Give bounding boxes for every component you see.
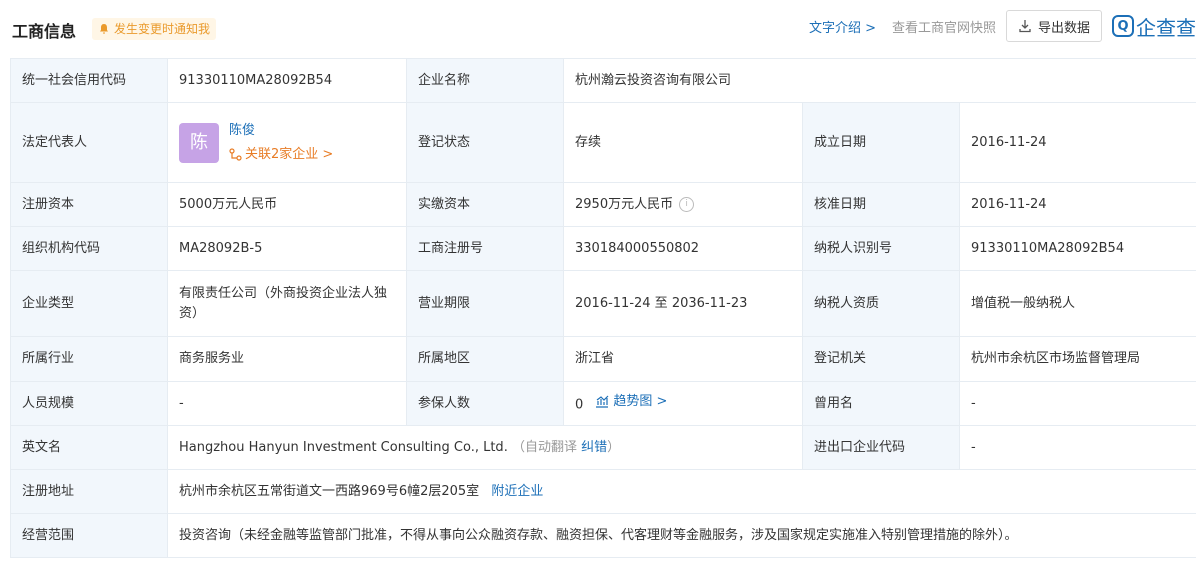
taxpayer-id-label: 纳税人识别号 — [802, 226, 960, 271]
relation-icon — [229, 148, 242, 161]
bell-icon — [100, 24, 108, 34]
address-value: 杭州市余杭区五常街道文一西路969号6幢2层205室 — [179, 483, 480, 499]
biz-reg-no-label: 工商注册号 — [406, 226, 564, 271]
table-row: 经营范围 投资咨询（未经金融等监管部门批准，不得从事向公众融资存款、融资担保、代… — [10, 513, 1196, 558]
english-name-value: Hangzhou Hanyun Investment Consulting Co… — [179, 439, 508, 455]
table-row: 统一社会信用代码 91330110MA28092B54 企业名称 杭州瀚云投资咨… — [10, 58, 1196, 103]
company-type-value: 有限责任公司（外商投资企业法人独资） — [167, 270, 407, 337]
former-name-label: 曾用名 — [802, 381, 960, 426]
approve-date-value: 2016-11-24 — [959, 182, 1196, 227]
legal-rep-cell: 陈 陈俊 关联2家企业 > — [167, 102, 407, 183]
table-row: 注册资本 5000万元人民币 实缴资本 2950万元人民币 i 核准日期 2016… — [10, 182, 1196, 227]
company-name-label: 企业名称 — [406, 58, 564, 103]
biz-term-value: 2016-11-24 至 2036-11-23 — [563, 270, 803, 337]
industry-label: 所属行业 — [10, 336, 168, 382]
logo-mark-icon: Q — [1112, 15, 1134, 37]
address-label: 注册地址 — [10, 469, 168, 514]
taxpayer-qual-label: 纳税人资质 — [802, 270, 960, 337]
paid-capital-cell: 2950万元人民币 i — [563, 182, 803, 227]
related-companies-link[interactable]: 关联2家企业 > — [229, 145, 333, 165]
header-actions: 文字介绍 > 查看工商官网快照 导出数据 Q 企查查 — [809, 9, 1196, 43]
text-intro-link[interactable]: 文字介绍 > — [809, 17, 876, 36]
table-row: 企业类型 有限责任公司（外商投资企业法人独资） 营业期限 2016-11-24 … — [10, 270, 1196, 337]
org-code-value: MA28092B-5 — [167, 226, 407, 271]
industry-value: 商务服务业 — [167, 336, 407, 382]
taxpayer-id-value: 91330110MA28092B54 — [959, 226, 1196, 271]
info-icon[interactable]: i — [679, 196, 695, 212]
region-label: 所属地区 — [406, 336, 564, 382]
insured-label: 参保人数 — [406, 381, 564, 426]
business-info-table: 统一社会信用代码 91330110MA28092B54 企业名称 杭州瀚云投资咨… — [10, 58, 1196, 558]
close-paren: ） — [607, 439, 621, 455]
paid-capital-value: 2950万元人民币 — [575, 196, 674, 212]
section-header: 工商信息 发生变更时通知我 文字介绍 > 查看工商官网快照 导出数据 Q 企查查 — [0, 0, 1196, 58]
trend-chart-icon — [596, 395, 609, 408]
est-date-value: 2016-11-24 — [959, 102, 1196, 183]
avatar[interactable]: 陈 — [179, 122, 219, 163]
former-name-value: - — [959, 381, 1196, 426]
company-name-value: 杭州瀚云投资咨询有限公司 — [563, 58, 1196, 103]
english-name-label: 英文名 — [10, 425, 168, 470]
official-snapshot-link[interactable]: 查看工商官网快照 — [892, 17, 996, 36]
table-row: 注册地址 杭州市余杭区五常街道文一西路969号6幢2层205室 附近企业 — [10, 469, 1196, 514]
reg-authority-value: 杭州市余杭区市场监督管理局 — [959, 336, 1196, 382]
credit-code-value: 91330110MA28092B54 — [167, 58, 407, 103]
address-cell: 杭州市余杭区五常街道文一西路969号6幢2层205室 附近企业 — [167, 469, 1196, 514]
biz-reg-no-value: 330184000550802 — [563, 226, 803, 271]
import-export-label: 进出口企业代码 — [802, 425, 960, 470]
section-title: 工商信息 — [12, 22, 77, 41]
insured-cell: 0 趋势图 > — [563, 381, 803, 426]
staff-size-value: - — [167, 381, 407, 426]
qcc-logo: Q 企查查 — [1112, 12, 1196, 41]
region-value: 浙江省 — [563, 336, 803, 382]
credit-code-label: 统一社会信用代码 — [10, 58, 168, 103]
auto-translate-note: （自动翻译 — [511, 439, 577, 455]
export-data-button[interactable]: 导出数据 — [1005, 10, 1102, 42]
org-code-label: 组织机构代码 — [10, 226, 168, 271]
scope-value: 投资咨询（未经金融等监管部门批准，不得从事向公众融资存款、融资担保、代客理财等金… — [167, 513, 1196, 558]
company-type-label: 企业类型 — [10, 270, 168, 337]
table-row: 法定代表人 陈 陈俊 关联2家企业 > 登记状态 存续 成立日期 2016-11… — [10, 102, 1196, 183]
correct-link[interactable]: 纠错 — [581, 440, 607, 455]
legal-rep-name-link[interactable]: 陈俊 — [229, 121, 333, 141]
download-icon — [1019, 20, 1031, 33]
scope-label: 经营范围 — [10, 513, 168, 558]
reg-authority-label: 登记机关 — [802, 336, 960, 382]
related-companies-label: 关联2家企业 > — [245, 146, 334, 162]
table-row: 所属行业 商务服务业 所属地区 浙江省 登记机关 杭州市余杭区市场监督管理局 — [10, 336, 1196, 382]
reg-status-value: 存续 — [563, 102, 803, 183]
table-row: 英文名 Hangzhou Hanyun Investment Consultin… — [10, 425, 1196, 470]
logo-text: 企查查 — [1136, 15, 1196, 40]
trend-chart-label: 趋势图 > — [613, 393, 668, 409]
biz-term-label: 营业期限 — [406, 270, 564, 337]
notify-change-button[interactable]: 发生变更时通知我 — [92, 18, 217, 40]
est-date-label: 成立日期 — [802, 102, 960, 183]
insured-value: 0 — [575, 397, 584, 413]
reg-status-label: 登记状态 — [406, 102, 564, 183]
approve-date-label: 核准日期 — [802, 182, 960, 227]
reg-capital-value: 5000万元人民币 — [167, 182, 407, 227]
table-row: 人员规模 - 参保人数 0 趋势图 > 曾用名 - — [10, 381, 1196, 426]
paid-capital-label: 实缴资本 — [406, 182, 564, 227]
export-label: 导出数据 — [1037, 20, 1090, 36]
table-row: 组织机构代码 MA28092B-5 工商注册号 330184000550802 … — [10, 226, 1196, 271]
taxpayer-qual-value: 增值税一般纳税人 — [959, 270, 1196, 337]
legal-rep-label: 法定代表人 — [10, 102, 168, 183]
import-export-value: - — [959, 425, 1196, 470]
reg-capital-label: 注册资本 — [10, 182, 168, 227]
notify-label: 发生变更时通知我 — [114, 22, 211, 36]
nearby-companies-link[interactable]: 附近企业 — [491, 484, 543, 499]
english-name-cell: Hangzhou Hanyun Investment Consulting Co… — [167, 425, 803, 470]
staff-size-label: 人员规模 — [10, 381, 168, 426]
trend-chart-link[interactable]: 趋势图 > — [595, 392, 667, 412]
